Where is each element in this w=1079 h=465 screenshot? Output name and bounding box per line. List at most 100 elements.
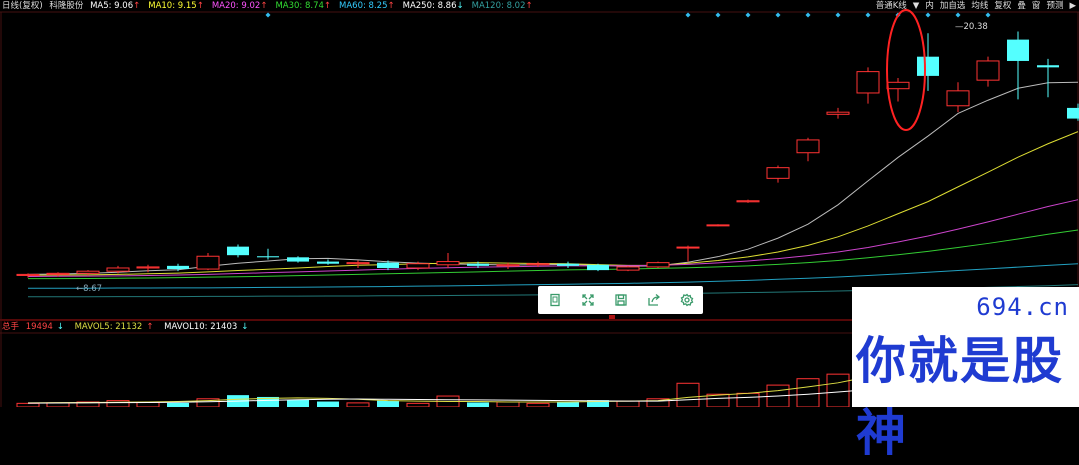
toolbar-item[interactable]: 加自选 [939, 0, 967, 12]
ma-legend-item: MA120: 8.02↑ [471, 1, 533, 11]
save-icon[interactable] [613, 292, 629, 308]
annotations [609, 9, 926, 319]
candle-body [826, 111, 850, 115]
ma-legend-item: MA5: 9.06↑ [90, 1, 141, 11]
candle-body [76, 270, 100, 274]
volume-bar [317, 401, 339, 407]
volume-bar [287, 399, 309, 407]
ma-line-ma10 [27, 131, 1079, 276]
ma-legend-items: MA5: 9.06↑ MA10: 9.15↑ MA20: 9.02↑ MA30: 8.… [90, 1, 541, 11]
ma-legend-item: MA60: 8.25↑ [339, 1, 395, 11]
candle-body [736, 200, 760, 203]
volume-bar [826, 373, 850, 407]
event-marker [955, 12, 961, 18]
event-marker [985, 12, 991, 18]
volume-label: 总手 [2, 322, 20, 332]
volume-bar [346, 402, 370, 407]
candle-body [436, 261, 460, 266]
volume-bar [796, 378, 820, 407]
candle-body [526, 263, 550, 266]
event-marker [865, 12, 871, 18]
candle-body [1067, 107, 1079, 119]
chart-toolbar: 普通K线 ▼ 内加自选 均线 复权叠窗预测 ▶ [875, 0, 1077, 12]
price-legend: 日线(复权) 科隆股份 MA5: 9.06↑ MA10: 9.15↑ MA20: 9… [2, 0, 545, 12]
candle-body [467, 263, 489, 266]
legend-stock: 科隆股份 [49, 1, 84, 11]
candle-body [1007, 39, 1029, 61]
candle-body [886, 81, 910, 90]
candle-body [946, 90, 970, 107]
ma-lines [27, 81, 1079, 298]
volume-bar [616, 400, 640, 407]
candle-body [856, 71, 880, 94]
volume-bar [736, 392, 760, 407]
candle-body [796, 139, 820, 154]
volume-bar [467, 402, 489, 407]
candle-body [227, 246, 249, 256]
fullscreen-icon[interactable] [580, 292, 596, 308]
event-marker [835, 12, 841, 18]
candle-body [587, 264, 609, 271]
floating-toolbar [538, 286, 703, 314]
candle-body [406, 263, 430, 269]
toolbar-item[interactable]: 叠 [1016, 0, 1027, 12]
panel-handle [609, 315, 615, 319]
mavol5-label: MAVOL5: 21132 ↑ [74, 322, 154, 332]
candle-body [106, 267, 130, 272]
watermark-site: 694.cn [976, 293, 1069, 321]
watermark-slogan: 你就是股神 [856, 332, 1064, 462]
watermark: 694.cn 你就是股神 [852, 287, 1079, 462]
toolbar-item[interactable]: 窗 [1031, 0, 1042, 12]
candle-body [976, 60, 1000, 81]
candle-body [287, 257, 309, 262]
share-icon[interactable] [646, 292, 662, 308]
bookmark-icon[interactable] [547, 292, 563, 308]
toolbar-item[interactable]: 预测 [1045, 0, 1064, 12]
candle-body [257, 256, 279, 258]
candle-body [616, 266, 640, 271]
candle-body [1037, 65, 1059, 68]
toolbar-item[interactable]: ▼ [912, 0, 921, 12]
toolbar-item[interactable]: 内 [924, 0, 935, 12]
event-marker [715, 12, 721, 18]
toolbar-item[interactable]: 复权 [993, 0, 1012, 12]
event-marker [265, 12, 271, 18]
event-marker [775, 12, 781, 18]
candle-body [496, 264, 520, 267]
candle-body [46, 272, 70, 275]
legend-title: 日线(复权) [2, 1, 43, 11]
toolbar-item[interactable]: 普通K线 [875, 0, 908, 12]
volume-bar [526, 402, 550, 407]
candle-body [167, 265, 189, 270]
event-marker [805, 12, 811, 18]
candle-body [16, 273, 40, 276]
candle-body [557, 263, 579, 266]
volume-bar [136, 401, 160, 407]
event-marker [925, 12, 931, 18]
candle-body [917, 56, 939, 76]
candle-body [377, 262, 399, 268]
high-price-label: —20.38 [955, 22, 988, 32]
ma-legend-item: MA30: 8.74↑ [275, 1, 332, 11]
volume-bar [167, 402, 189, 407]
candle-body [676, 246, 700, 249]
volume-bar [496, 401, 520, 407]
event-markers [265, 12, 991, 18]
toolbar-item[interactable]: 均线 [970, 0, 989, 12]
ma-legend-item: MA20: 9.02↑ [211, 1, 268, 11]
volume-legend: 总手 19494 ↓ MAVOL5: 21132 ↑ MAVOL10: 21403 ↓ [2, 321, 256, 333]
volume-bar [106, 400, 130, 407]
settings-icon[interactable] [679, 292, 695, 308]
candle-body [317, 261, 339, 264]
ma-legend-item: MA250: 8.86↓ [402, 1, 464, 11]
candle-body [136, 266, 160, 269]
toolbar-item[interactable]: ▶ [1068, 0, 1077, 12]
candle-body [646, 262, 670, 268]
candle-body [706, 224, 730, 227]
candle-body [346, 262, 370, 265]
mavol10-label: MAVOL10: 21403 ↓ [164, 322, 249, 332]
candle-body [196, 255, 220, 270]
candle-body [766, 167, 790, 179]
volume-bar [377, 400, 399, 407]
candles [16, 31, 1079, 278]
